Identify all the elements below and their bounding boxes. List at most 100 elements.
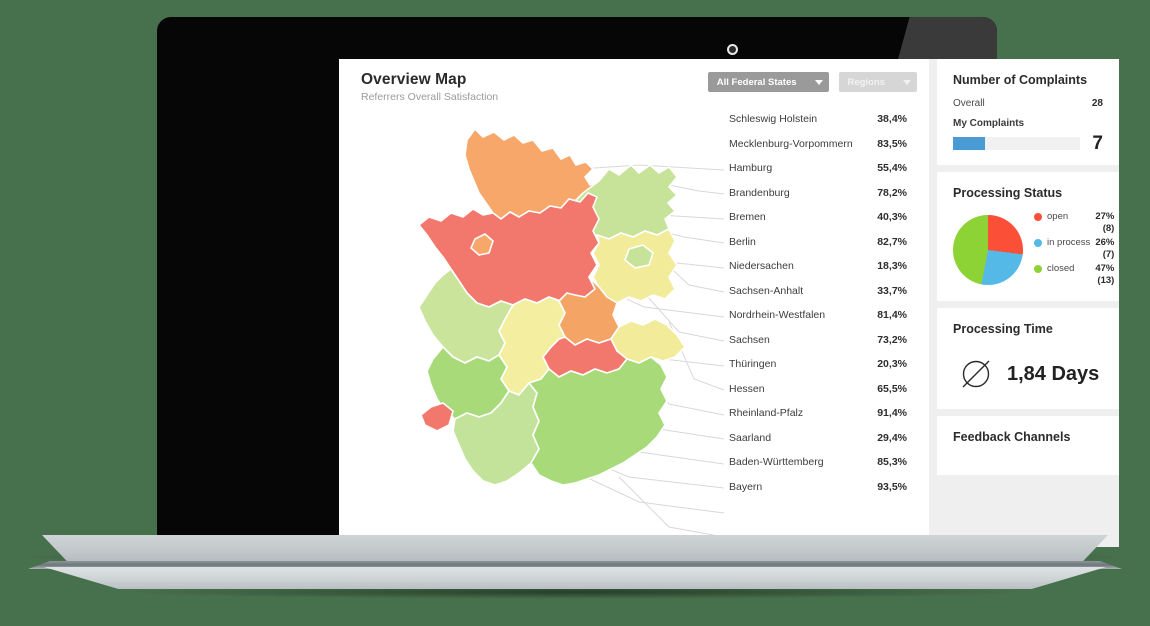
state-name: Saarland xyxy=(729,431,772,444)
chevron-down-icon xyxy=(903,79,911,85)
legend-item-in-process[interactable]: in process 26% (7) xyxy=(1034,237,1114,260)
overall-complaints-row: Overall 28 xyxy=(953,98,1103,109)
map-region-bayern[interactable] xyxy=(528,356,668,486)
state-row[interactable]: Saarland 29,4% xyxy=(729,426,929,451)
legend-dot-open xyxy=(1034,213,1042,221)
state-row[interactable]: Rheinland-Pfalz 91,4% xyxy=(729,401,929,426)
state-name: Sachsen-Anhalt xyxy=(729,284,804,297)
legend-value-in-process: 26% (7) xyxy=(1095,237,1115,260)
processing-status-pie-chart[interactable] xyxy=(953,215,1023,286)
map-region-saarland[interactable] xyxy=(420,402,454,432)
state-row[interactable]: Brandenburg 78,2% xyxy=(729,181,929,206)
state-name: Sachsen xyxy=(729,333,770,346)
state-row[interactable]: Hamburg 55,4% xyxy=(729,156,929,181)
legend-label-open: open xyxy=(1047,211,1069,222)
feedback-channels-title: Feedback Channels xyxy=(953,430,1071,445)
my-complaints-progress-fill xyxy=(953,137,985,150)
state-name: Berlin xyxy=(729,235,756,248)
state-value: 65,5% xyxy=(877,382,907,395)
state-value: 33,7% xyxy=(877,284,907,297)
state-name: Hamburg xyxy=(729,162,773,175)
complaints-card-title: Number of Complaints xyxy=(953,73,1088,87)
state-value: 20,3% xyxy=(877,358,907,371)
state-value: 38,4% xyxy=(877,113,907,126)
state-name: Thüringen xyxy=(729,358,777,371)
state-name: Bayern xyxy=(729,480,763,493)
state-value: 82,7% xyxy=(877,235,907,248)
chevron-down-icon xyxy=(814,79,823,85)
state-row[interactable]: Mecklenburg-Vorpommern 83,5% xyxy=(729,132,929,157)
state-row[interactable]: Niedersachen 18,3% xyxy=(729,254,929,279)
legend-value-open: 27% (8) xyxy=(1095,211,1115,234)
my-complaints-progress-bar xyxy=(953,137,1081,150)
state-value: 93,5% xyxy=(877,480,907,493)
processing-time-title: Processing Time xyxy=(953,322,1053,337)
state-label-list: Schleswig Holstein 38,4% Mecklenburg-Vor… xyxy=(729,107,929,499)
state-row[interactable]: Schleswig Holstein 38,4% xyxy=(729,107,929,132)
overall-label: Overall xyxy=(953,98,985,109)
laptop-mockup: Overview Map Referrers Overall Satisfact… xyxy=(0,0,1150,626)
state-value: 55,4% xyxy=(877,162,907,175)
complaints-card: Number of Complaints Overall 28 My Compl… xyxy=(937,59,1119,165)
state-name: Niedersachen xyxy=(729,260,794,273)
state-name: Schleswig Holstein xyxy=(729,113,818,126)
germany-choropleth-map[interactable] xyxy=(347,107,727,537)
legend-label-in-process: in process xyxy=(1047,237,1091,249)
my-complaints-row: 7 xyxy=(953,134,1103,153)
processing-status-card: Processing Status open 27% (8) in proces… xyxy=(937,172,1119,302)
state-value: 83,5% xyxy=(877,137,907,150)
average-diameter-icon xyxy=(962,360,990,388)
state-row[interactable]: Nordrhein-Westfalen 81,4% xyxy=(729,303,929,328)
state-row[interactable]: Berlin 82,7% xyxy=(729,230,929,255)
state-value: 91,4% xyxy=(877,407,907,420)
federal-states-dropdown[interactable]: All Federal States xyxy=(707,72,829,92)
legend-item-open[interactable]: open 27% (8) xyxy=(1034,211,1114,234)
federal-states-dropdown-label: All Federal States xyxy=(716,76,797,88)
processing-time-value: 1,84 Days xyxy=(1007,362,1100,385)
map-area: Schleswig Holstein 38,4% Mecklenburg-Vor… xyxy=(339,107,929,547)
state-row[interactable]: Bremen 40,3% xyxy=(729,205,929,230)
webcam-icon xyxy=(727,44,738,55)
main-panel: Overview Map Referrers Overall Satisfact… xyxy=(339,59,929,547)
regions-dropdown[interactable]: Regions xyxy=(838,72,917,92)
processing-time-value-row: 1,84 Days xyxy=(953,347,1103,397)
page-header: Overview Map Referrers Overall Satisfact… xyxy=(339,59,929,109)
dashboard-app: Overview Map Referrers Overall Satisfact… xyxy=(339,59,1119,547)
state-value: 78,2% xyxy=(877,186,907,199)
state-value: 81,4% xyxy=(877,309,907,322)
legend-label-closed: closed xyxy=(1047,263,1075,275)
sidebar: Number of Complaints Overall 28 My Compl… xyxy=(929,59,1119,547)
state-row[interactable]: Sachsen 73,2% xyxy=(729,328,929,353)
processing-status-title: Processing Status xyxy=(953,186,1063,200)
page-subtitle: Referrers Overall Satisfaction xyxy=(361,91,499,103)
legend-item-closed[interactable]: closed 47% (13) xyxy=(1034,263,1114,286)
my-complaints-value: 7 xyxy=(1092,133,1103,154)
overall-value: 28 xyxy=(1091,98,1103,109)
state-row[interactable]: Hessen 65,5% xyxy=(729,377,929,402)
laptop-base-bottom xyxy=(44,567,1106,589)
state-row[interactable]: Baden-Württemberg 85,3% xyxy=(729,450,929,475)
state-row[interactable]: Thüringen 20,3% xyxy=(729,352,929,377)
state-row[interactable]: Sachsen-Anhalt 33,7% xyxy=(729,279,929,304)
laptop-screen-bezel: Overview Map Referrers Overall Satisfact… xyxy=(157,17,1119,547)
legend-dot-closed xyxy=(1034,265,1042,274)
state-name: Mecklenburg-Vorpommern xyxy=(729,137,853,150)
state-name: Baden-Württemberg xyxy=(729,456,824,469)
state-value: 85,3% xyxy=(877,456,907,469)
state-value: 18,3% xyxy=(877,260,907,273)
state-row[interactable]: Bayern 93,5% xyxy=(729,475,929,500)
laptop-base-top xyxy=(42,535,1108,563)
feedback-channels-card: Feedback Channels xyxy=(937,416,1119,476)
state-value: 29,4% xyxy=(877,431,907,444)
pie-legend: open 27% (8) in process 26% (7) closed 4… xyxy=(1034,211,1114,289)
screen-content: Overview Map Referrers Overall Satisfact… xyxy=(339,59,1119,547)
state-name: Brandenburg xyxy=(729,186,790,199)
regions-dropdown-label: Regions xyxy=(847,76,885,88)
filter-bar: All Federal States Regions xyxy=(707,72,917,92)
legend-value-closed: 47% (13) xyxy=(1095,263,1115,286)
my-complaints-label: My Complaints xyxy=(953,118,1025,129)
legend-dot-in-process xyxy=(1034,239,1042,248)
processing-time-card: Processing Time 1,84 Days xyxy=(937,308,1119,410)
processing-status-chart: open 27% (8) in process 26% (7) closed 4… xyxy=(953,211,1114,289)
state-value: 40,3% xyxy=(877,211,907,224)
